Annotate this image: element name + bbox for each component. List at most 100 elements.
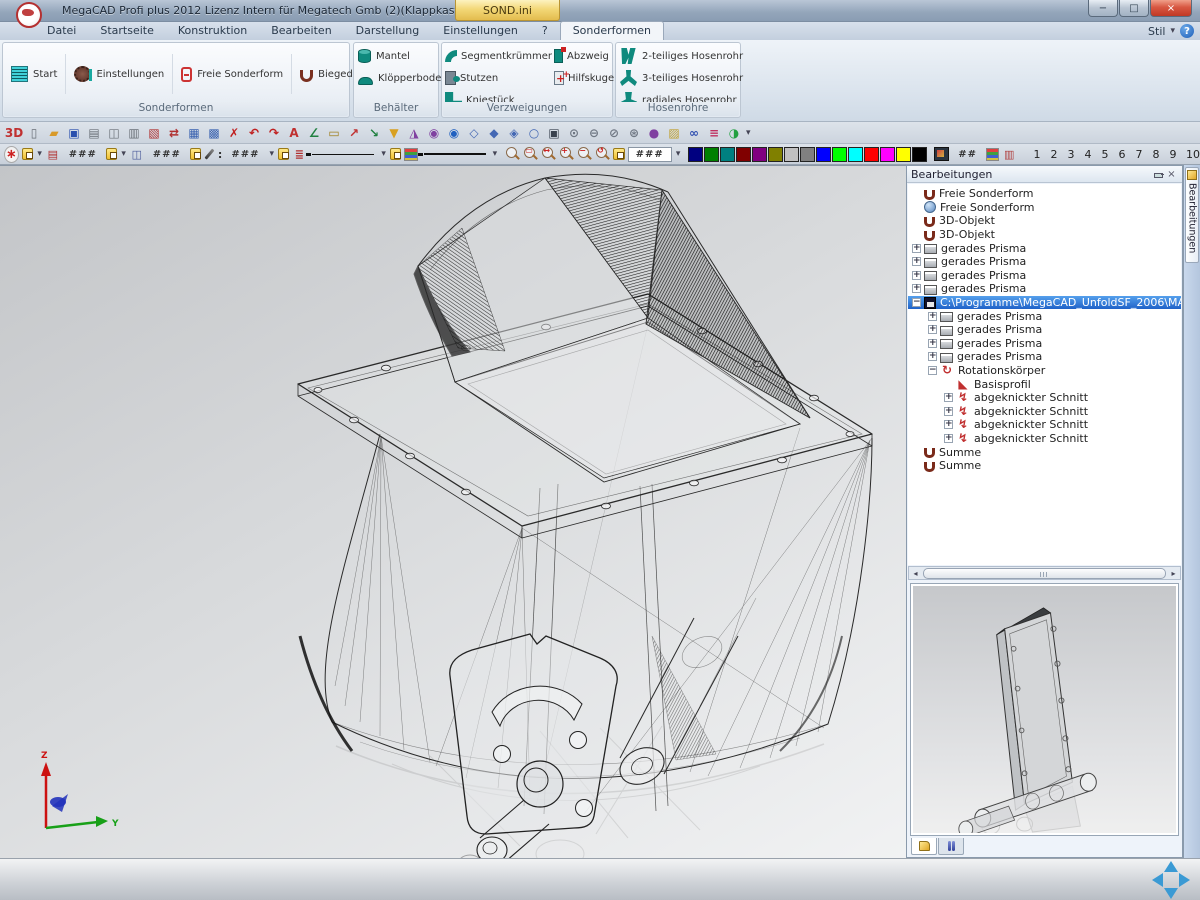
tree-item-rotationskoerper[interactable]: − ↻ Rotationskörper xyxy=(908,364,1181,378)
pen-icon[interactable] xyxy=(205,149,215,160)
parts-list-icon[interactable]: ▨ xyxy=(664,124,684,142)
abzweig-button[interactable]: Abzweig xyxy=(554,48,617,64)
tree-item-freie-sonderform[interactable]: Freie Sonderform xyxy=(908,187,1181,201)
color-value-box[interactable]: ### xyxy=(628,147,672,162)
menu-tab[interactable]: ? xyxy=(530,22,560,40)
mantel-button[interactable]: Mantel xyxy=(358,48,434,64)
tree-item-abgeknickter-schnitt[interactable]: + ↯ abgeknickter Schnitt xyxy=(908,405,1181,419)
tree-expander-icon[interactable]: + xyxy=(944,393,953,402)
layer-caret-icon[interactable]: ▾ xyxy=(36,149,43,159)
zoom-extents-icon[interactable]: ↔ xyxy=(540,146,556,162)
redo-icon[interactable]: ↷ xyxy=(264,124,284,142)
group-lock-icon[interactable] xyxy=(106,148,117,160)
segmentkruemmer-button[interactable]: Segmentkrümmer xyxy=(445,48,552,64)
tree-expander-icon[interactable]: + xyxy=(928,339,937,348)
undo-icon[interactable]: ↶ xyxy=(244,124,264,142)
drawing-settings-icon[interactable]: ▧ xyxy=(144,124,164,142)
tree-item-abgeknickter-schnitt[interactable]: + ↯ abgeknickter Schnitt xyxy=(908,391,1181,405)
menu-tab[interactable]: Darstellung xyxy=(344,22,432,40)
zoom-window-icon[interactable] xyxy=(504,146,520,162)
einstellungen-button[interactable]: Einstellungen xyxy=(66,54,173,94)
save-file-icon[interactable]: ▣ xyxy=(64,124,84,142)
linetype-icon[interactable]: ≣ xyxy=(292,147,306,162)
minimize-button[interactable]: − xyxy=(1088,0,1118,17)
window-cascade-icon[interactable]: ▦ xyxy=(184,124,204,142)
color-swatch[interactable] xyxy=(880,147,895,162)
color-swatch[interactable] xyxy=(816,147,831,162)
linetype-lock-icon[interactable] xyxy=(278,148,289,160)
tree-item-gerades-prisma[interactable]: + gerades Prisma xyxy=(908,255,1181,269)
toolbar-overflow-icon[interactable]: ▾ xyxy=(746,128,751,138)
tree-expander-icon[interactable]: + xyxy=(928,312,937,321)
menu-tab[interactable]: Konstruktion xyxy=(166,22,259,40)
panel-tab-search[interactable] xyxy=(938,838,964,855)
color-number[interactable]: 7 xyxy=(1135,148,1143,161)
linewidth-sample[interactable] xyxy=(424,153,486,155)
scroll-left-icon[interactable]: ◂ xyxy=(909,567,922,579)
layer-value[interactable]: ### xyxy=(63,149,103,160)
group-caret-icon[interactable]: ▾ xyxy=(120,149,127,159)
stutzen-button[interactable]: Stutzen xyxy=(445,70,552,86)
palette-icon[interactable] xyxy=(404,148,417,161)
style-menu[interactable]: Stil xyxy=(1148,25,1165,38)
color-number[interactable]: 2 xyxy=(1050,148,1058,161)
color-swatch[interactable] xyxy=(720,147,735,162)
move-icon[interactable]: ▼ xyxy=(384,124,404,142)
tree-expander-icon[interactable]: + xyxy=(912,284,921,293)
color-swatch[interactable] xyxy=(704,147,719,162)
doc-tab-sond-ini[interactable]: SOND.ini xyxy=(455,0,560,21)
print-preview-icon[interactable]: ◫ xyxy=(104,124,124,142)
acad-export-icon[interactable]: A xyxy=(284,124,304,142)
color-swatch[interactable] xyxy=(752,147,767,162)
cylinder-shaded-icon[interactable]: ⊛ xyxy=(624,124,644,142)
color-swatch[interactable] xyxy=(848,147,863,162)
workplane-icon[interactable]: ▭ xyxy=(324,124,344,142)
tree-expander-icon[interactable]: + xyxy=(928,352,937,361)
tree-item-freie-sonderform[interactable]: Freie Sonderform xyxy=(908,201,1181,215)
color-number[interactable]: 6 xyxy=(1118,148,1126,161)
new-file-icon[interactable]: ▯ xyxy=(24,124,44,142)
color-swatch[interactable] xyxy=(688,147,703,162)
redline-delete-icon[interactable]: ✗ xyxy=(224,124,244,142)
tree-item-3d-objekt[interactable]: 3D-Objekt xyxy=(908,214,1181,228)
bearbeitungen-strip-tab[interactable]: Bearbeitungen xyxy=(1185,167,1199,263)
panel-tab-parts[interactable] xyxy=(911,838,937,855)
color-bars-icon[interactable] xyxy=(986,148,999,161)
color-bars-icon[interactable]: ≡ xyxy=(704,124,724,142)
color-lock-icon[interactable] xyxy=(613,148,624,160)
color-caret-icon[interactable]: ▾ xyxy=(675,149,682,159)
tree-item-abgeknickter-schnitt[interactable]: + ↯ abgeknickter Schnitt xyxy=(908,432,1181,446)
coordinate-axes-icon[interactable]: ∠ xyxy=(304,124,324,142)
sphere-blue-icon[interactable]: ◉ xyxy=(444,124,464,142)
color-swatch[interactable] xyxy=(912,147,927,162)
help-icon[interactable]: ? xyxy=(1180,24,1194,38)
window-tile-icon[interactable]: ▩ xyxy=(204,124,224,142)
color-swatch[interactable] xyxy=(768,147,783,162)
tree-expander-icon[interactable]: + xyxy=(944,420,953,429)
tree-expander-icon[interactable]: + xyxy=(928,325,937,334)
color-number-value[interactable]: ## xyxy=(952,149,983,160)
zoom-previous-icon[interactable]: ↺ xyxy=(594,146,610,162)
opengl-icon[interactable]: ● xyxy=(644,124,664,142)
panel-close-icon[interactable]: × xyxy=(1165,168,1178,180)
hosenrohr-2-button[interactable]: 2-teiliges Hosenrohr xyxy=(620,48,736,64)
tree-item-gerades-prisma[interactable]: + gerades Prisma xyxy=(908,323,1181,337)
sphere-purple-icon[interactable]: ◉ xyxy=(424,124,444,142)
kinematics-icon[interactable]: ◮ xyxy=(404,124,424,142)
selection-x-icon[interactable]: ↗ xyxy=(344,124,364,142)
color-number[interactable]: 5 xyxy=(1101,148,1109,161)
viewport-3d[interactable]: Z Y xyxy=(0,165,906,858)
color-number[interactable]: 9 xyxy=(1169,148,1177,161)
hosenrohr-3-button[interactable]: 3-teiliges Hosenrohr xyxy=(620,70,736,86)
print-icon[interactable]: ▤ xyxy=(84,124,104,142)
layer-manager-icon[interactable]: ▤ xyxy=(46,147,60,162)
background-color-icon[interactable] xyxy=(934,147,949,161)
tree-expander-icon[interactable]: + xyxy=(944,407,953,416)
hilfskugel-button[interactable]: Hilfskugel xyxy=(554,70,617,86)
page-setup-icon[interactable]: ▥ xyxy=(124,124,144,142)
linetype-caret-icon[interactable]: ▾ xyxy=(380,149,387,159)
linewidth-lock-icon[interactable] xyxy=(390,148,401,160)
style-caret-icon[interactable]: ▾ xyxy=(1170,26,1175,36)
color-swatch[interactable] xyxy=(736,147,751,162)
color-number[interactable]: 10 xyxy=(1186,148,1200,161)
